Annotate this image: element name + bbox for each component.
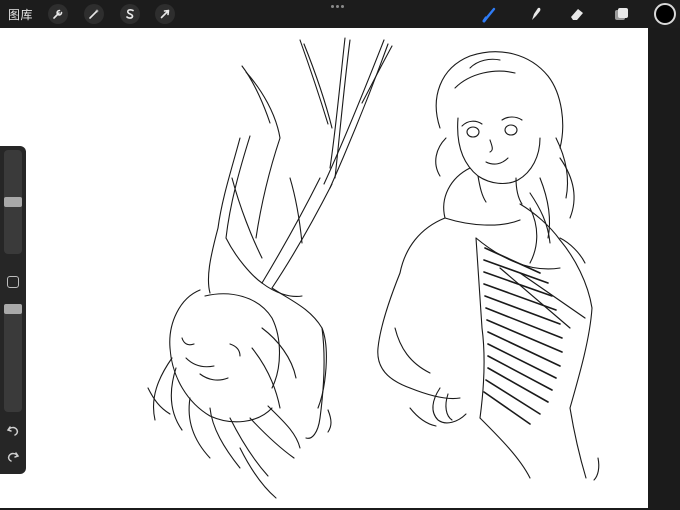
undo-arrow-icon[interactable] [5,422,21,438]
magic-wand-icon[interactable] [84,4,104,24]
square-modifier-icon[interactable] [7,276,19,288]
brush-size-thumb[interactable] [4,197,22,207]
gallery-button[interactable]: 图库 [8,6,33,23]
smudge-icon[interactable] [525,4,545,24]
top-toolbar: 图库 [0,0,680,28]
ellipsis-icon[interactable] [331,5,344,8]
opacity-slider[interactable] [4,304,22,412]
opacity-thumb[interactable] [4,304,22,314]
brush-size-slider[interactable] [4,150,22,254]
wrench-icon[interactable] [48,4,68,24]
eraser-icon[interactable] [567,4,587,24]
sketch-artwork [147,37,600,499]
selection-s-icon[interactable] [120,4,140,24]
current-color-swatch[interactable] [654,3,676,25]
arrow-cursor-icon[interactable] [155,4,175,24]
redo-arrow-icon[interactable] [5,448,21,464]
brush-icon[interactable] [480,4,500,24]
layers-icon[interactable] [611,4,631,24]
left-sidebar [0,146,26,474]
drawing-canvas[interactable] [0,28,648,508]
